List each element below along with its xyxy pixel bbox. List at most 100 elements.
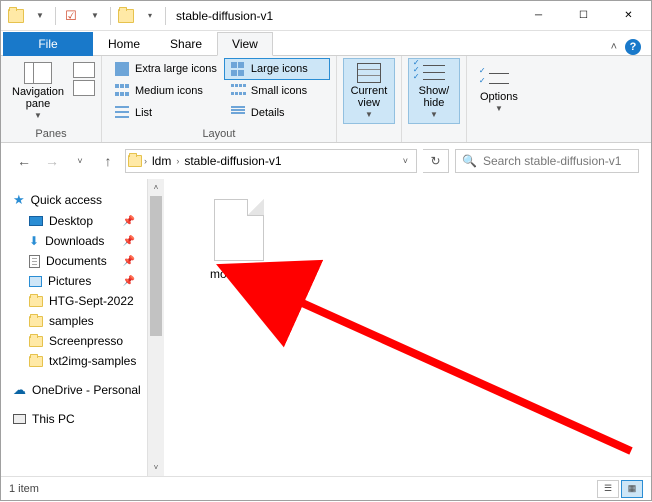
scroll-up-button[interactable]: ˄ — [148, 179, 164, 196]
folder-icon — [29, 336, 43, 347]
show-hide-icon — [423, 63, 445, 83]
sidebar-item-screenpresso[interactable]: Screenpresso — [11, 331, 147, 351]
show-hide-button[interactable]: Show/ hide ▼ — [408, 58, 460, 124]
layout-list[interactable]: List — [108, 102, 224, 124]
options-button[interactable]: Options ▼ — [473, 58, 525, 124]
status-bar: 1 item ☰ ▦ — [1, 476, 651, 500]
scroll-thumb[interactable] — [150, 196, 162, 336]
sidebar-item-onedrive[interactable]: ☁ OneDrive - Personal — [11, 379, 147, 401]
pin-icon: 📌 — [123, 276, 135, 287]
pin-icon: 📌 — [123, 216, 135, 227]
preview-pane-icon[interactable] — [73, 62, 95, 78]
options-icon — [489, 69, 509, 89]
close-button[interactable]: ✕ — [606, 1, 651, 30]
download-icon: ⬇ — [29, 234, 39, 248]
tab-file[interactable]: File — [3, 32, 93, 56]
cloud-icon: ☁ — [13, 382, 26, 398]
sidebar-item-samples[interactable]: samples — [11, 311, 147, 331]
folder-icon[interactable] — [5, 5, 27, 27]
window-title: stable-diffusion-v1 — [172, 9, 516, 23]
search-input[interactable]: 🔍 Search stable-diffusion-v1 — [455, 149, 639, 173]
details-pane-icon[interactable] — [73, 80, 95, 96]
folder-icon — [29, 316, 43, 327]
layout-extra-large-icons[interactable]: Extra large icons — [108, 58, 224, 80]
help-icon[interactable]: ? — [625, 39, 641, 55]
file-name: model.ckpt — [210, 267, 268, 281]
chevron-right-icon[interactable]: › — [176, 156, 179, 166]
current-view-button[interactable]: Current view ▼ — [343, 58, 395, 124]
chevron-down-icon: ▼ — [430, 111, 438, 120]
ribbon-group-label: Layout — [108, 126, 330, 142]
qat-dropdown-3[interactable]: ▾ — [139, 5, 161, 27]
sidebar-item-downloads[interactable]: ⬇ Downloads📌 — [11, 231, 147, 251]
pictures-icon — [29, 276, 42, 287]
tab-home[interactable]: Home — [93, 32, 155, 56]
tab-share[interactable]: Share — [155, 32, 217, 56]
sidebar-scrollbar[interactable]: ˄ ˅ — [147, 179, 164, 476]
view-details-toggle[interactable]: ☰ — [597, 480, 619, 498]
layout-large-icons[interactable]: Large icons — [224, 58, 330, 80]
ribbon-group-show-hide: Show/ hide ▼ — [402, 56, 467, 142]
sidebar-item-quick-access[interactable]: ★ Quick access — [11, 189, 147, 211]
titlebar: ▼ ☑ ▼ ▾ stable-diffusion-v1 ─ ☐ ✕ — [1, 1, 651, 31]
sidebar-item-documents[interactable]: Documents📌 — [11, 251, 147, 271]
file-icon — [214, 199, 264, 261]
main-area: ★ Quick access Desktop📌 ⬇ Downloads📌 Doc… — [1, 179, 651, 476]
navigation-pane-button[interactable]: Navigation pane ▼ — [7, 58, 69, 124]
desktop-icon — [29, 216, 43, 226]
properties-icon[interactable]: ☑ — [60, 5, 82, 27]
search-icon: 🔍 — [462, 154, 477, 168]
address-dropdown[interactable]: ˅ — [397, 156, 414, 166]
layout-small-icons[interactable]: Small icons — [224, 80, 330, 102]
breadcrumb-stable-diffusion[interactable]: stable-diffusion-v1 — [181, 154, 284, 168]
folder-icon — [29, 296, 43, 307]
sidebar-item-htg[interactable]: HTG-Sept-2022 — [11, 291, 147, 311]
sidebar-item-desktop[interactable]: Desktop📌 — [11, 211, 147, 231]
folder-icon-2[interactable] — [115, 5, 137, 27]
ribbon-view: Navigation pane ▼ Panes Extra large icon… — [1, 55, 651, 143]
chevron-down-icon: ▼ — [495, 105, 503, 114]
sidebar-item-pictures[interactable]: Pictures📌 — [11, 271, 147, 291]
ribbon-group-current-view: Current view ▼ — [337, 56, 402, 142]
sidebar-item-this-pc[interactable]: This PC — [11, 409, 147, 429]
back-button[interactable]: ← — [13, 150, 35, 172]
refresh-button[interactable]: ↻ — [423, 149, 449, 173]
pin-icon: 📌 — [123, 236, 135, 247]
qat-dropdown-1[interactable]: ▼ — [29, 5, 51, 27]
ribbon-group-panes: Navigation pane ▼ Panes — [1, 56, 102, 142]
navigation-row: ← → ˅ ↑ › ldm › stable-diffusion-v1 ˅ ↻ … — [1, 143, 651, 179]
qat-dropdown-2[interactable]: ▼ — [84, 5, 106, 27]
layout-medium-icons[interactable]: Medium icons — [108, 80, 224, 102]
star-icon: ★ — [13, 192, 25, 208]
status-item-count: 1 item — [9, 483, 39, 495]
file-item-model-ckpt[interactable]: model.ckpt — [194, 199, 284, 281]
minimize-button[interactable]: ─ — [516, 1, 561, 30]
ribbon-group-layout: Extra large icons Large icons Medium ico… — [102, 56, 337, 142]
navigation-pane-icon — [24, 62, 52, 84]
up-button[interactable]: ↑ — [97, 150, 119, 172]
scroll-down-button[interactable]: ˅ — [148, 459, 164, 476]
pin-icon: 📌 — [123, 256, 135, 267]
view-icons-toggle[interactable]: ▦ — [621, 480, 643, 498]
sidebar-item-txt2img[interactable]: txt2img-samples — [11, 351, 147, 371]
file-list[interactable]: model.ckpt — [164, 179, 651, 476]
current-view-icon — [357, 63, 381, 83]
pc-icon — [13, 414, 26, 424]
navigation-tree: ★ Quick access Desktop📌 ⬇ Downloads📌 Doc… — [1, 179, 164, 476]
chevron-right-icon[interactable]: › — [144, 156, 147, 166]
maximize-button[interactable]: ☐ — [561, 1, 606, 30]
folder-icon — [29, 356, 43, 367]
forward-button[interactable]: → — [41, 150, 63, 172]
recent-dropdown[interactable]: ˅ — [69, 150, 91, 172]
chevron-down-icon: ▼ — [34, 112, 42, 121]
search-placeholder: Search stable-diffusion-v1 — [483, 154, 622, 168]
ribbon-group-options: Options ▼ — [467, 56, 531, 142]
layout-details[interactable]: Details — [224, 102, 330, 124]
quick-access-toolbar: ▼ ☑ ▼ ▾ — [1, 5, 172, 27]
ribbon-tabs: File Home Share View ˄ ? — [1, 31, 651, 55]
tab-view[interactable]: View — [217, 32, 273, 56]
collapse-ribbon-icon[interactable]: ˄ — [611, 41, 617, 53]
address-bar[interactable]: › ldm › stable-diffusion-v1 ˅ — [125, 149, 417, 173]
breadcrumb-ldm[interactable]: ldm — [149, 154, 174, 168]
chevron-down-icon: ▼ — [365, 111, 373, 120]
